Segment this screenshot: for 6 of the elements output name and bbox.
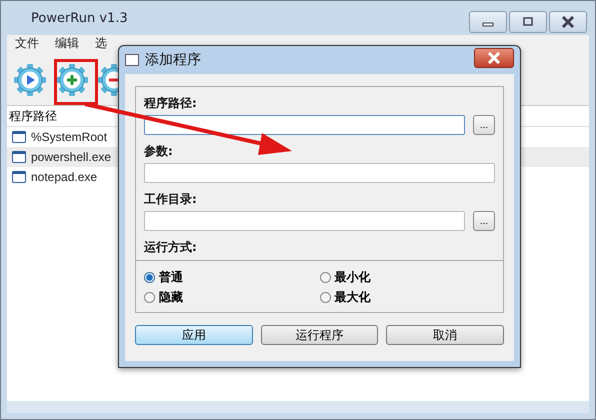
field-label: 程序路径: (144, 95, 198, 112)
field-label: 工作目录: (144, 191, 198, 208)
dialog-title: 添加程序 (145, 51, 202, 69)
field-label: 参数: (144, 143, 174, 160)
field-label: 运行方式: (136, 239, 503, 261)
window-title: PowerRun v1.3 (31, 11, 128, 26)
